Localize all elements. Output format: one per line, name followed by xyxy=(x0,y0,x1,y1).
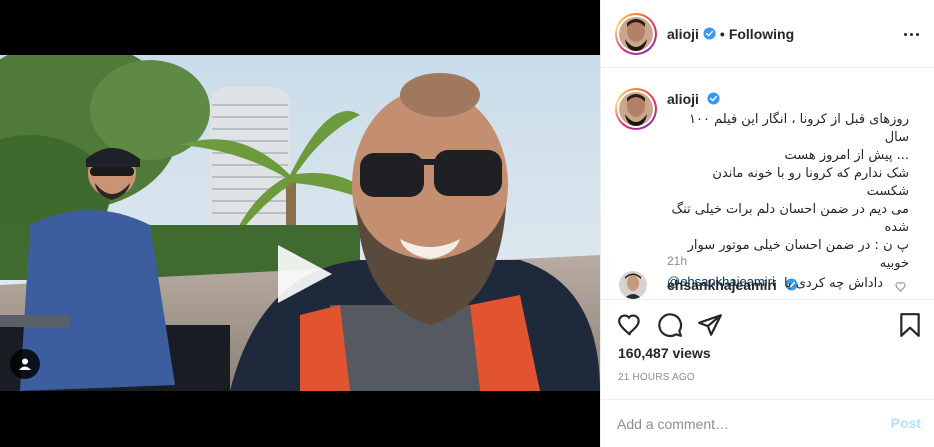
media-panel xyxy=(0,0,600,447)
caption-timestamp[interactable]: 21h xyxy=(667,254,687,268)
comment-text: داداش چه کردی با xyxy=(784,276,883,291)
heart-icon[interactable] xyxy=(617,312,643,338)
caption-username[interactable]: alioji xyxy=(667,91,699,107)
user-tag-button[interactable] xyxy=(10,349,40,379)
user-tag-icon xyxy=(19,358,31,370)
caption-avatar-ring[interactable] xyxy=(615,88,657,130)
bookmark-icon[interactable] xyxy=(897,312,923,338)
comments-list[interactable]: alioji روزهای قبل از کرونا ، انگار این ف… xyxy=(601,68,934,299)
play-icon[interactable] xyxy=(272,241,336,307)
comment-like-heart-icon[interactable] xyxy=(895,281,907,293)
commenter-username-label[interactable]: ehsankhajeamiri xyxy=(667,277,777,293)
following-button[interactable]: Following xyxy=(729,26,794,42)
view-count[interactable]: 160,487 views xyxy=(618,345,711,361)
post-timestamp[interactable]: 21 HOURS AGO xyxy=(618,372,695,383)
comment-item: ehsankhajeamiri داداش چه کردی با xyxy=(615,271,921,299)
video-thumbnail xyxy=(0,55,600,391)
author-username[interactable]: alioji xyxy=(667,26,699,42)
commenter-username: ehsankhajeamiri xyxy=(667,277,798,293)
post-side-panel: alioji • Following alioji روزهای قبل از … xyxy=(600,0,934,447)
verified-badge-icon xyxy=(703,27,716,40)
more-options-icon[interactable] xyxy=(901,24,921,44)
caption-avatar xyxy=(619,92,653,126)
post-comment-button[interactable]: Post xyxy=(891,415,921,431)
instagram-post-modal: alioji • Following alioji روزهای قبل از … xyxy=(0,0,934,447)
verified-badge-icon xyxy=(707,92,720,105)
author-avatar xyxy=(619,16,653,51)
caption-text: روزهای قبل از کرونا ، انگار این فیلم ۱۰۰… xyxy=(671,112,909,271)
author-avatar-ring[interactable] xyxy=(615,12,657,55)
commenter-avatar[interactable] xyxy=(619,271,647,299)
post-actions: 160,487 views 21 HOURS AGO Post xyxy=(601,299,934,447)
post-header: alioji • Following xyxy=(601,0,934,68)
video-player[interactable] xyxy=(0,55,600,391)
paper-plane-icon[interactable] xyxy=(697,312,723,338)
add-comment-section: Post xyxy=(601,399,934,447)
comment-input[interactable] xyxy=(617,414,857,434)
header-separator: • xyxy=(719,25,725,42)
comment-bubble-icon[interactable] xyxy=(657,312,683,338)
